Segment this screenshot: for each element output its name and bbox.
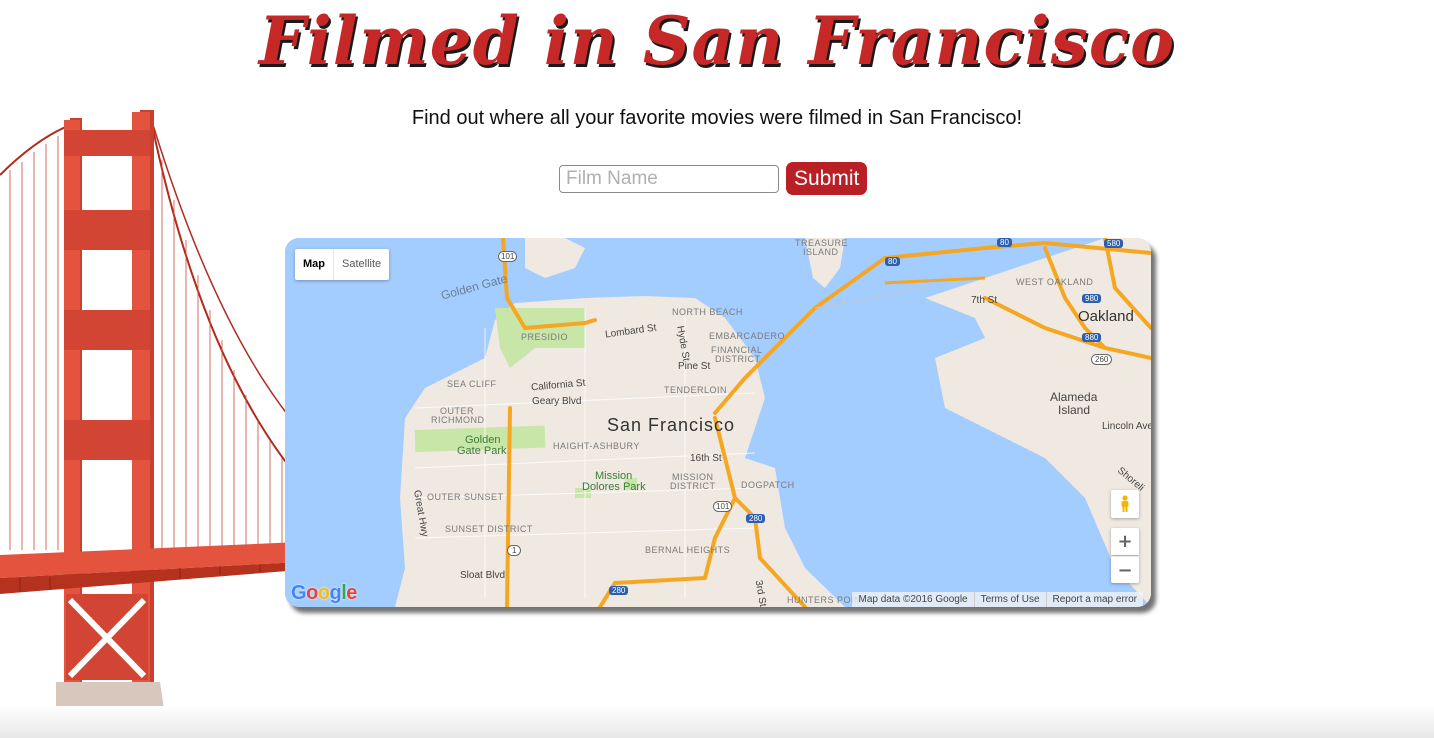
map-label-sloat-blvd: Sloat Blvd [460,570,506,581]
shield-i80: 80 [885,257,900,266]
map-view[interactable]: San Francisco Oakland Alameda Island Gol… [285,238,1151,607]
google-logo-text: Google [291,582,357,604]
zoom-in-button[interactable]: + [1111,528,1139,555]
page-subtitle: Find out where all your favorite movies … [411,107,1023,129]
map-label-dogpatch: DOGPATCH [741,480,795,490]
shield-i280-mid: 280 [746,514,766,523]
map-label-haight-ashbury: HAIGHT-ASHBURY [553,441,640,451]
shield-route-1: 1 [507,545,522,556]
map-label-financial-district: DISTRICT [715,354,761,364]
map-label-tenderloin: TENDERLOIN [664,385,728,395]
street-view-pegman-button[interactable] [1111,490,1139,518]
map-label-embarcadero: EMBARCADERO [709,331,786,341]
map-label-richmond: RICHMOND [431,415,485,425]
map-label-treasure-island: ISLAND [803,247,839,257]
map-label-pine-st: Pine St [678,361,711,372]
shield-us101-top: 101 [498,251,518,262]
map-data-attribution: Map data ©2016 Google [858,594,968,605]
shield-i280-bottom: 280 [609,586,629,595]
zoom-out-button[interactable]: − [1111,556,1139,583]
map-type-map-button[interactable]: Map [295,249,334,280]
map-label-golden-gate-park-2: Gate Park [457,445,507,457]
shield-i880: 880 [1082,333,1102,342]
pegman-icon [1121,495,1129,512]
map-label-san-francisco: San Francisco [607,415,736,435]
map-label-7th-st: 7th St [971,295,998,306]
map-label-mission-dolores-2: Dolores Park [582,481,646,493]
shield-i580: 580 [1104,239,1124,248]
terms-of-use-link[interactable]: Terms of Use [973,592,1046,607]
map-label-sea-cliff: SEA CLIFF [447,379,497,389]
map-label-16th-st: 16th St [690,453,722,464]
map-label-west-oakland: WEST OAKLAND [1016,277,1094,287]
shield-i80-top-edge: 80 [997,238,1012,247]
map-label-mission-district: DISTRICT [670,481,716,491]
map-label-presidio: PRESIDIO [521,332,569,342]
map-label-north-beach: NORTH BEACH [672,307,743,317]
map-label-oakland: Oakland [1078,308,1134,325]
map-type-satellite-button[interactable]: Satellite [334,249,389,280]
map-type-control: Map Satellite [295,249,390,280]
film-name-input[interactable] [559,164,779,193]
map-attribution: Map data ©2016 Google Terms of Use Repor… [852,592,1143,607]
page-footer-shadow [0,706,1434,738]
golden-gate-bridge-image [0,110,300,730]
shield-route-260: 260 [1091,354,1113,365]
map-label-bernal-heights: BERNAL HEIGHTS [645,545,731,555]
map-label-geary-blvd: Geary Blvd [532,396,582,407]
google-logo[interactable]: Google [291,582,357,605]
submit-button[interactable]: Submit [786,162,868,195]
map-label-sunset-district: SUNSET DISTRICT [445,524,533,534]
map-label-island: Island [1058,403,1091,417]
map-label-lincoln-ave: Lincoln Ave [1102,421,1151,432]
page-title: Filmed in San Francisco [258,2,1176,80]
shield-us101-bottom: 101 [713,501,733,512]
shield-i980: 980 [1082,294,1102,303]
map-label-outer-sunset: OUTER SUNSET [427,492,504,502]
film-search-form: Submit [559,162,868,195]
report-map-error-link[interactable]: Report a map error [1045,592,1143,607]
